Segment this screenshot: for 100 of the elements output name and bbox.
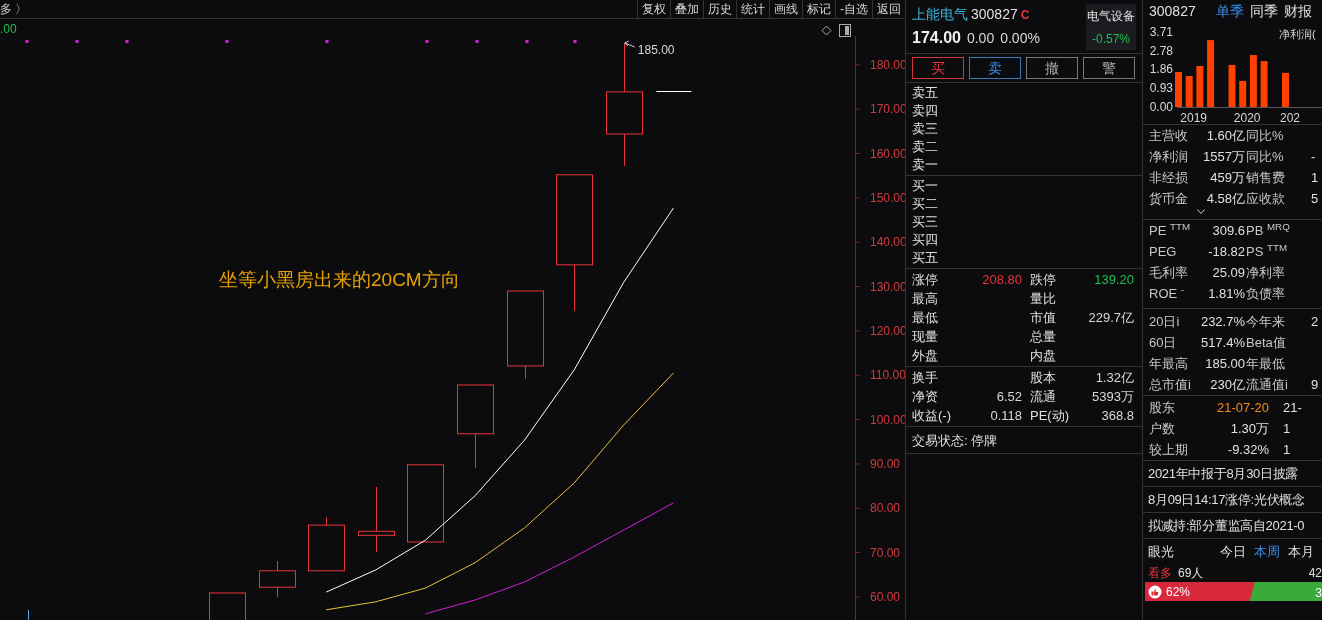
news-link[interactable]: 8月09日14:17涨停:光伏概念 <box>1148 492 1305 507</box>
peak-price-label: 185.00 <box>637 43 675 57</box>
profit-bar <box>1249 55 1257 107</box>
profit-bar <box>1228 64 1236 107</box>
bull-percent: 62% <box>1166 583 1191 601</box>
metric-value: 459万 <box>1209 169 1245 187</box>
stat-label: 跌停 <box>1029 271 1057 289</box>
sector-name: 电气设备 <box>1087 7 1135 25</box>
toolbar-button[interactable]: 复权 <box>637 0 670 19</box>
sector-card[interactable]: 电气设备 -0.57% <box>1086 4 1136 50</box>
metric-value: 309.6 <box>1211 222 1245 240</box>
bull-label: 看多 <box>1148 565 1172 582</box>
order-level-label: 买三 <box>912 213 939 231</box>
trade-button[interactable]: 卖 <box>969 57 1021 79</box>
order-level-label: 买一 <box>912 177 939 195</box>
metric-value: 5 <box>1310 190 1320 208</box>
metric-value: 1.60亿 <box>1205 127 1245 145</box>
metric-label: 同比% <box>1245 127 1285 145</box>
axis-label: 0.93 <box>1149 81 1173 96</box>
chevron-down-icon <box>1196 209 1205 214</box>
metric-label: 20日i <box>1149 313 1181 331</box>
metric-value: 1557万 <box>1202 148 1245 166</box>
axis-label: 60.00 <box>870 589 901 604</box>
order-level-label: 买二 <box>912 195 939 213</box>
toolbar-button[interactable]: 历史 <box>703 0 736 19</box>
toolbar-button[interactable]: 叠加 <box>670 0 703 19</box>
news-link[interactable]: 2021年中报于8月30日披露 <box>1148 466 1299 481</box>
metric-label: ROE $^{-}$ <box>1149 283 1186 303</box>
metric-label: 非经损 <box>1149 169 1189 187</box>
toolbar-button[interactable]: 画线 <box>769 0 802 19</box>
stat-label: 涨停 <box>912 271 939 289</box>
stat-value: 139.20 <box>1093 271 1134 289</box>
stat-label: 股本 <box>1029 369 1057 387</box>
axis-label: 80.00 <box>870 501 901 516</box>
metric-value: 517.4% <box>1199 334 1245 352</box>
toolbar-button[interactable]: 统计 <box>736 0 769 19</box>
metric-value: -18.82 <box>1207 243 1245 261</box>
stock-code: 300827 <box>971 5 1018 24</box>
metric-label: 年最高 <box>1149 355 1189 373</box>
stock-name: 上能电气 <box>912 5 968 24</box>
metric-value: 21-07-20 <box>1215 399 1269 417</box>
order-level-label: 卖五 <box>912 84 939 102</box>
period-tab[interactable]: 本月 <box>1288 541 1314 562</box>
stat-label: 最高 <box>912 290 939 308</box>
stat-value: 0.118 <box>989 407 1022 425</box>
metric-label: 年最低 <box>1245 355 1286 373</box>
stat-value: 229.7亿 <box>1087 309 1134 327</box>
stock-code: 300827 <box>1149 1 1196 21</box>
stat-label: 换手 <box>912 369 939 387</box>
metric-label: 户数 <box>1149 420 1176 438</box>
candlestick <box>358 486 395 553</box>
period-tab[interactable]: 今日 <box>1220 541 1246 562</box>
board-letter: C <box>1020 7 1030 24</box>
trade-button[interactable]: 买 <box>912 57 964 79</box>
candlestick <box>209 592 246 620</box>
period-tab[interactable]: 财报 <box>1283 0 1312 22</box>
trade-button[interactable]: 撤 <box>1026 57 1078 79</box>
chart-note: 坐等小黑房出来的20CM方向 <box>219 268 460 292</box>
axis-label: 2020 <box>1233 111 1261 124</box>
toolbar-button[interactable]: 返回 <box>872 0 905 19</box>
news-link[interactable]: 拟减持:部分董监高自2021-0 <box>1148 518 1305 533</box>
stat-label: 市值 <box>1029 309 1057 327</box>
price-value: .00 <box>0 21 17 38</box>
metric-value: 25.09 <box>1211 264 1245 282</box>
stat-label: 最低 <box>912 309 939 327</box>
order-level-label: 买五 <box>912 249 939 267</box>
metric-value: 2 <box>1310 313 1320 331</box>
axis-label: 202 <box>1280 111 1300 124</box>
stat-label: 量比 <box>1029 290 1057 308</box>
stat-label: 收益(-) <box>912 407 952 425</box>
axis-label: 90.00 <box>870 456 901 471</box>
stat-value: 6.52 <box>995 388 1022 406</box>
metric-label: PEG <box>1149 243 1178 261</box>
stat-label: 现量 <box>912 328 939 346</box>
section-title: 眼光 <box>1148 542 1174 561</box>
trade-button[interactable]: 警 <box>1083 57 1135 79</box>
toolbar-button[interactable]: 标记 <box>802 0 835 19</box>
metric-value: 185.00 <box>1204 355 1245 373</box>
period-tab[interactable]: 单季 <box>1215 0 1244 22</box>
stat-label: 净资 <box>912 388 939 406</box>
metric-label: 60日 <box>1149 334 1178 352</box>
toolbar-button[interactable]: -自选 <box>835 0 872 19</box>
stat-label: PE(动) <box>1029 407 1070 425</box>
stat-value: 368.8 <box>1100 407 1134 425</box>
price-line <box>655 91 692 92</box>
metric-value: 1 <box>1282 420 1292 438</box>
period-tab[interactable]: 本周 <box>1254 541 1280 562</box>
metric-value: 21- <box>1282 399 1303 417</box>
stat-label: 内盘 <box>1029 347 1057 365</box>
stat-value: 208.80 <box>981 271 1022 289</box>
metric-label: 负债率 <box>1245 285 1286 303</box>
candlestick <box>259 560 296 598</box>
breadcrumb-text[interactable]: 多 〉 <box>0 0 28 18</box>
order-level-label: 卖二 <box>912 138 939 156</box>
metric-value: 232.7% <box>1199 313 1245 331</box>
profit-bar <box>1196 65 1204 107</box>
metric-value: - <box>1310 148 1317 166</box>
bull-count: 69人 <box>1178 565 1204 582</box>
metric-value: 9 <box>1310 376 1320 394</box>
period-tab[interactable]: 同季 <box>1249 0 1278 22</box>
